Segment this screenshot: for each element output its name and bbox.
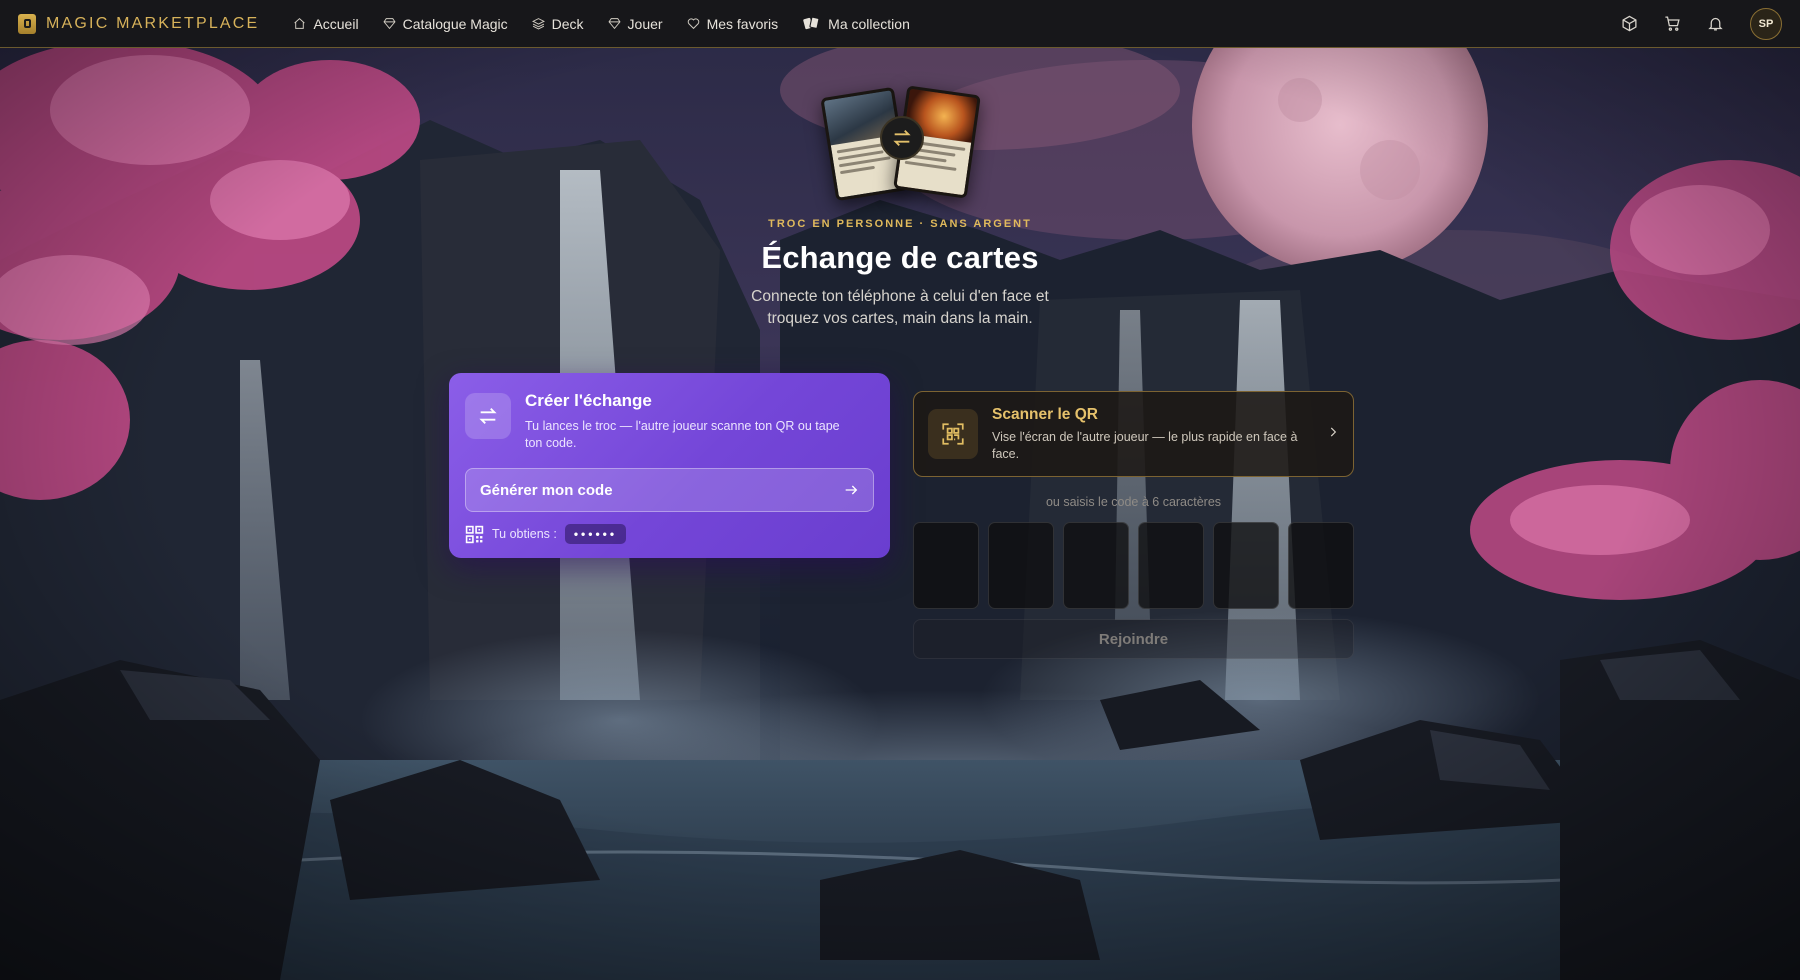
avatar[interactable]: SP: [1750, 7, 1782, 40]
swap-icon: [880, 116, 924, 160]
scan-qr-description: Vise l'écran de l'autre joueur — le plus…: [992, 429, 1298, 461]
code-input-4[interactable]: [1138, 522, 1204, 609]
generate-code-label: Générer mon code: [480, 481, 613, 499]
nav-item-collection[interactable]: Ma collection: [802, 15, 910, 32]
hero: TROC EN PERSONNE · SANS ARGENT Échange d…: [0, 85, 1800, 330]
scan-qr-button[interactable]: Scanner le QR Vise l'écran de l'autre jo…: [913, 391, 1354, 477]
create-exchange-description: Tu lances le troc — l'autre joueur scann…: [525, 419, 840, 450]
cube-icon[interactable]: [1621, 15, 1638, 32]
nav-item-label: Jouer: [627, 15, 663, 32]
nav-item-deck[interactable]: Deck: [531, 15, 584, 32]
create-exchange-panel: Créer l'échange Tu lances le troc — l'au…: [449, 373, 890, 558]
swap-icon: [465, 393, 511, 439]
nav-item-label: Catalogue Magic: [402, 15, 508, 32]
nav-item-favoris[interactable]: Mes favoris: [687, 15, 779, 32]
layers-icon: [531, 18, 545, 30]
page-subtitle: Connecte ton téléphone à celui d'en face…: [751, 288, 1049, 327]
top-navigation-bar: MAGIC MARKETPLACE Accueil Catalogue Magi…: [0, 0, 1800, 48]
hero-eyebrow: TROC EN PERSONNE · SANS ARGENT: [768, 218, 1032, 230]
page-title: Échange de cartes: [761, 240, 1039, 275]
obtain-label: Tu obtiens :: [492, 527, 557, 541]
nav-item-label: Mes favoris: [706, 15, 779, 32]
heart-icon: [687, 18, 699, 30]
code-input-2[interactable]: [988, 522, 1054, 609]
qr-scan-icon: [928, 409, 978, 459]
scan-qr-title: Scanner le QR: [992, 405, 1098, 423]
code-input-group: [913, 522, 1354, 609]
main-nav: Accueil Catalogue Magic Deck Jouer Mes f…: [293, 15, 910, 32]
bell-icon[interactable]: [1707, 15, 1724, 32]
brand[interactable]: MAGIC MARKETPLACE: [18, 13, 260, 34]
brand-logo-icon: [18, 13, 36, 34]
join-button[interactable]: Rejoindre: [913, 619, 1354, 659]
cart-icon[interactable]: [1664, 15, 1681, 32]
home-icon: [294, 17, 306, 29]
cards-icon: [803, 16, 820, 30]
masked-code: ••••••: [564, 524, 627, 544]
nav-item-label: Accueil: [313, 15, 359, 32]
nav-right-actions: SP: [1621, 7, 1782, 40]
code-input-5[interactable]: [1213, 522, 1279, 609]
chevron-right-icon: [1326, 425, 1340, 444]
qr-code-icon: [465, 525, 484, 543]
obtain-row: Tu obtiens : ••••••: [465, 524, 874, 544]
nav-item-catalogue[interactable]: Catalogue Magic: [383, 16, 508, 32]
code-hint: ou saisis le code à 6 caractères: [1045, 495, 1222, 509]
code-input-1[interactable]: [913, 522, 979, 609]
generate-code-button[interactable]: Générer mon code: [465, 468, 874, 512]
nav-item-accueil[interactable]: Accueil: [293, 15, 359, 32]
nav-item-label: Deck: [551, 15, 584, 32]
create-exchange-title: Créer l'échange: [525, 391, 652, 410]
brand-name: MAGIC MARKETPLACE: [46, 14, 260, 32]
code-input-6[interactable]: [1288, 522, 1354, 609]
code-input-3[interactable]: [1063, 522, 1129, 609]
nav-item-jouer[interactable]: Jouer: [608, 16, 663, 32]
gem-icon: [608, 18, 621, 30]
gem-icon: [383, 18, 396, 30]
trade-cards-illustration: [810, 85, 990, 208]
arrow-right-icon: [845, 485, 858, 495]
nav-item-label: Ma collection: [828, 15, 910, 32]
